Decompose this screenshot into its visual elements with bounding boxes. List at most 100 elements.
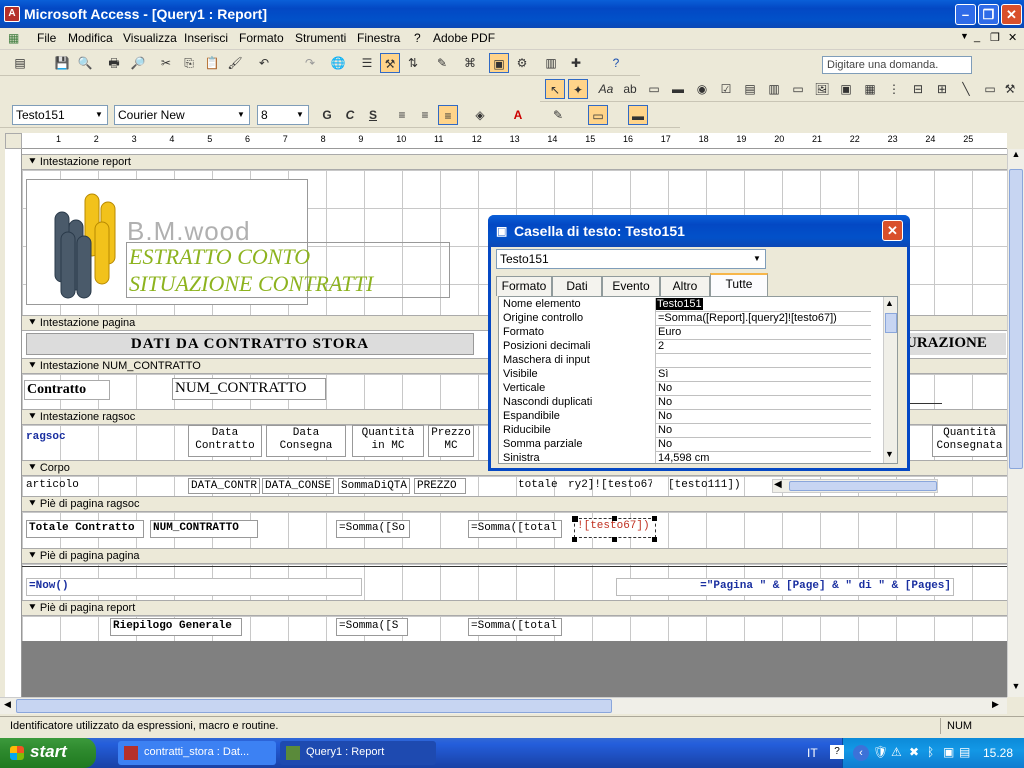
undo-icon[interactable]: ↶	[254, 53, 274, 73]
label-tool-icon[interactable]: Aa	[596, 79, 616, 99]
vertical-scrollbar[interactable]: ▲ ▼	[1007, 149, 1024, 697]
property-row[interactable]: Nome elemento Testo151	[499, 298, 883, 312]
property-row[interactable]: Posizioni decimali 2	[499, 340, 883, 354]
scroll-up-icon[interactable]: ▲	[885, 298, 894, 308]
contratto-label[interactable]: Contratto	[24, 380, 110, 400]
underline-button[interactable]: S	[363, 105, 383, 125]
property-value[interactable]: Sì	[655, 368, 871, 382]
sorting-grouping-icon[interactable]: ⇅	[403, 53, 423, 73]
testo151-selected-field[interactable]: ![testo67])	[574, 518, 656, 538]
resize-handle[interactable]	[572, 537, 577, 542]
font-selector[interactable]: Courier New ▼	[114, 105, 250, 125]
property-row[interactable]: Maschera di input	[499, 354, 883, 368]
dialog-close-button[interactable]: ✕	[882, 220, 903, 241]
checkbox-tool-icon[interactable]: ☑	[716, 79, 736, 99]
new-object-icon[interactable]: ✚	[566, 53, 586, 73]
line-tool-icon[interactable]: ╲	[956, 79, 976, 99]
section-page-footer[interactable]: ⯆ Piè di pagina pagina	[22, 548, 1007, 564]
help-tray-icon[interactable]: ?	[830, 745, 844, 759]
now-field[interactable]: =Now()	[26, 578, 362, 596]
doc-restore-button[interactable]: ❐	[990, 31, 1000, 44]
scroll-right-icon[interactable]: ▶	[992, 699, 999, 710]
property-row[interactable]: Sinistra 14,598 cm	[499, 452, 883, 463]
divider-line[interactable]	[22, 566, 1007, 567]
testo111-field[interactable]: [testo111])	[666, 478, 746, 494]
format-painter-icon[interactable]: 🖌	[225, 53, 245, 73]
col-prezzo[interactable]: Prezzo MC	[428, 425, 474, 457]
doc-close-button[interactable]: ✕	[1008, 31, 1017, 44]
chevron-down-icon[interactable]: ▼	[293, 107, 307, 123]
property-value[interactable]	[655, 354, 871, 368]
body-hscroll-thumb[interactable]	[789, 481, 937, 491]
align-left-icon[interactable]: ≡	[392, 105, 412, 125]
menu-adobe-pdf[interactable]: Adobe PDF	[433, 31, 495, 45]
print-icon[interactable]: 🖶	[104, 53, 124, 73]
property-row[interactable]: Espandibile No	[499, 410, 883, 424]
object-selector[interactable]: Testo151 ▼	[12, 105, 108, 125]
line-width-icon[interactable]: ▭	[588, 105, 608, 125]
bluetooth-icon[interactable]: ᛒ	[927, 745, 934, 759]
tab-dati[interactable]: Dati	[552, 276, 602, 296]
access-app-icon[interactable]: A	[4, 6, 20, 22]
page-break-icon[interactable]: ⋮	[884, 79, 904, 99]
property-row[interactable]: Nascondi duplicati No	[499, 396, 883, 410]
cut-icon[interactable]: ✂	[156, 53, 176, 73]
restore-button[interactable]: ❐	[978, 4, 999, 25]
property-value[interactable]: No	[655, 382, 871, 396]
menu-visualizza[interactable]: Visualizza	[123, 31, 177, 45]
more-controls-icon[interactable]: ⚒	[1000, 79, 1020, 99]
font-size-selector[interactable]: 8 ▼	[257, 105, 309, 125]
properties-dialog[interactable]: ▣ Casella di testo: Testo151 ✕ Testo151 ▼…	[488, 215, 910, 471]
fill-color-icon[interactable]: ◈	[470, 105, 490, 125]
menu-finestra[interactable]: Finestra	[357, 31, 400, 45]
property-value[interactable]: No	[655, 438, 871, 452]
scroll-left-icon[interactable]: ◀	[4, 699, 11, 710]
col-data-consegna[interactable]: Data Consegna	[266, 425, 346, 457]
start-button[interactable]: start	[0, 738, 96, 768]
property-value[interactable]: Testo151	[655, 298, 871, 312]
tray-collapse-icon[interactable]: ‹	[853, 745, 869, 761]
help-icon[interactable]: ?	[606, 53, 626, 73]
property-row[interactable]: Visibile Sì	[499, 368, 883, 382]
build-icon[interactable]: ⚙	[512, 53, 532, 73]
prezzo-field[interactable]: PREZZO	[414, 478, 466, 494]
ask-dropdown-icon[interactable]: ▼	[960, 31, 969, 41]
autoformat-icon[interactable]: ✎	[432, 53, 452, 73]
line-color-icon[interactable]: ✎	[548, 105, 568, 125]
font-color-icon[interactable]: A	[508, 105, 528, 125]
copy-icon[interactable]: ⎘	[179, 53, 199, 73]
somma-qta-field[interactable]: SommaDiQTA	[338, 478, 410, 494]
toolbox-icon[interactable]: ⚒	[380, 53, 400, 73]
col-quantita-consegnata[interactable]: Quantità Consegnata	[932, 425, 1007, 457]
hscroll-thumb[interactable]	[16, 699, 612, 713]
tab-tutte[interactable]: Tutte	[710, 273, 768, 297]
resize-handle[interactable]	[652, 537, 657, 542]
chevron-down-icon[interactable]: ▼	[92, 107, 106, 123]
property-value[interactable]: 2	[655, 340, 871, 354]
option-group-icon[interactable]: ▭	[644, 79, 664, 99]
menu-formato[interactable]: Formato	[239, 31, 284, 45]
view-icon[interactable]: ▤	[10, 53, 30, 73]
align-right-icon[interactable]: ≡	[438, 105, 458, 125]
rectangle-tool-icon[interactable]: ▭	[980, 79, 1000, 99]
clock[interactable]: 15.28	[983, 746, 1013, 760]
property-value[interactable]: 14,598 cm	[655, 452, 871, 463]
ragsoc-field[interactable]: ragsoc	[24, 430, 94, 446]
vscroll-thumb[interactable]	[1009, 169, 1023, 469]
italic-button[interactable]: C	[340, 105, 360, 125]
network-icon[interactable]: ⚠	[891, 745, 902, 759]
database-window-icon[interactable]: ▥	[541, 53, 561, 73]
resize-handle[interactable]	[652, 516, 657, 521]
window-titlebar[interactable]: A Microsoft Access - [Query1 : Report] –…	[0, 0, 1024, 28]
property-value[interactable]: No	[655, 410, 871, 424]
list-box-icon[interactable]: ▥	[764, 79, 784, 99]
section-report-footer[interactable]: ⯆ Piè di pagina report	[22, 600, 1007, 616]
property-row[interactable]: Origine controllo =Somma([Report].[query2…	[499, 312, 883, 326]
code-icon[interactable]: ⌘	[460, 53, 480, 73]
menu-strumenti[interactable]: Strumenti	[295, 31, 346, 45]
col-quantita[interactable]: Quantità in MC	[352, 425, 424, 457]
save-icon[interactable]: 💾	[52, 53, 72, 73]
menu-file[interactable]: File	[37, 31, 56, 45]
tab-control-icon[interactable]: ⊟	[908, 79, 928, 99]
num-contratto-field[interactable]: NUM_CONTRATTO	[172, 378, 326, 400]
